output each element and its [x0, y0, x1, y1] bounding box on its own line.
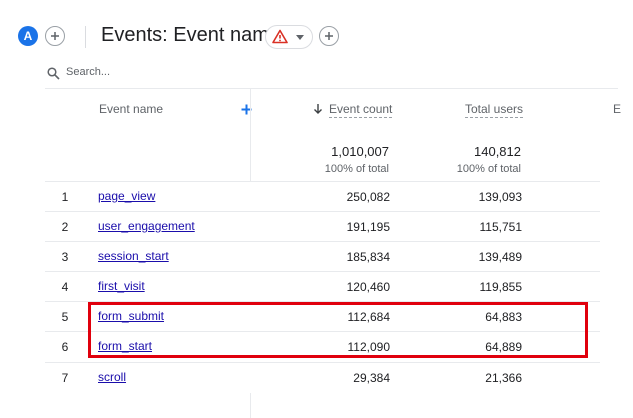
- avatar[interactable]: A: [18, 26, 38, 46]
- warning-dropdown[interactable]: [265, 25, 313, 49]
- event-count-cell: 112,684: [347, 310, 391, 324]
- row-rank: 1: [61, 190, 69, 204]
- header-divider: [85, 26, 86, 48]
- event-count-cell: 29,384: [353, 371, 390, 385]
- event-name-link[interactable]: page_view: [98, 189, 155, 203]
- event-count-cell: 250,082: [346, 190, 390, 204]
- plus-icon: [51, 32, 59, 40]
- row-rank: 7: [61, 371, 69, 385]
- table-row[interactable]: 5 form_submit 112,684 64,883: [45, 301, 600, 332]
- arrow-down-icon: [314, 104, 322, 114]
- total-users-cell: 119,855: [479, 280, 523, 294]
- table-row[interactable]: 6 form_start 112,090 64,889: [45, 331, 600, 362]
- row-rank: 4: [61, 280, 69, 294]
- warning-icon: [272, 29, 288, 44]
- table-row[interactable]: 2 user_engagement 191,195 115,751: [45, 211, 600, 242]
- total-event-count: 1,010,007: [331, 144, 389, 159]
- row-rank: 2: [61, 220, 69, 234]
- row-rank: 6: [61, 340, 69, 354]
- event-name-link[interactable]: session_start: [98, 249, 169, 263]
- column-header-event-count[interactable]: Event count: [329, 102, 393, 118]
- event-count-cell: 120,460: [346, 280, 390, 294]
- add-card-button[interactable]: [319, 26, 339, 46]
- event-count-cell: 191,195: [346, 220, 390, 234]
- total-users-cell: 64,889: [485, 340, 522, 354]
- total-users-cell: 21,366: [485, 371, 522, 385]
- total-users-cell: 64,883: [485, 310, 522, 324]
- total-users-pct: 100% of total: [456, 163, 521, 175]
- event-name-link[interactable]: scroll: [98, 370, 126, 384]
- search-bar[interactable]: Search...: [18, 62, 618, 88]
- total-users-value: 140,812: [474, 144, 521, 159]
- event-name-link[interactable]: first_visit: [98, 279, 145, 293]
- event-count-cell: 112,090: [347, 340, 391, 354]
- event-name-link[interactable]: user_engagement: [98, 219, 195, 233]
- plus-icon: [325, 32, 333, 40]
- event-count-cell: 185,834: [346, 250, 390, 264]
- event-name-link[interactable]: form_submit: [98, 309, 164, 323]
- total-users-cell: 139,489: [478, 250, 522, 264]
- column-header-total-users[interactable]: Total users: [465, 102, 524, 118]
- add-comparison-button[interactable]: [45, 26, 65, 46]
- column-header-event-name[interactable]: Event name: [99, 102, 163, 116]
- event-name-link[interactable]: form_start: [98, 339, 152, 353]
- total-users-cell: 115,751: [479, 220, 523, 234]
- table-row[interactable]: 1 page_view 250,082 139,093: [45, 181, 600, 212]
- table-row[interactable]: 3 session_start 185,834 139,489: [45, 241, 600, 272]
- page-title: Events: Event name: [101, 24, 280, 46]
- row-rank: 5: [61, 310, 69, 324]
- column-header-partial[interactable]: E: [613, 102, 621, 116]
- chevron-down-icon: [296, 35, 304, 40]
- table-row[interactable]: 4 first_visit 120,460 119,855: [45, 271, 600, 302]
- search-input[interactable]: Search...: [66, 66, 110, 78]
- row-rank: 3: [61, 250, 69, 264]
- total-users-cell: 139,093: [478, 190, 522, 204]
- table-row[interactable]: 7 scroll 29,384 21,366: [45, 362, 600, 393]
- search-icon: [47, 67, 60, 80]
- total-event-count-pct: 100% of total: [324, 163, 389, 175]
- report-header: A Events: Event name: [0, 0, 633, 70]
